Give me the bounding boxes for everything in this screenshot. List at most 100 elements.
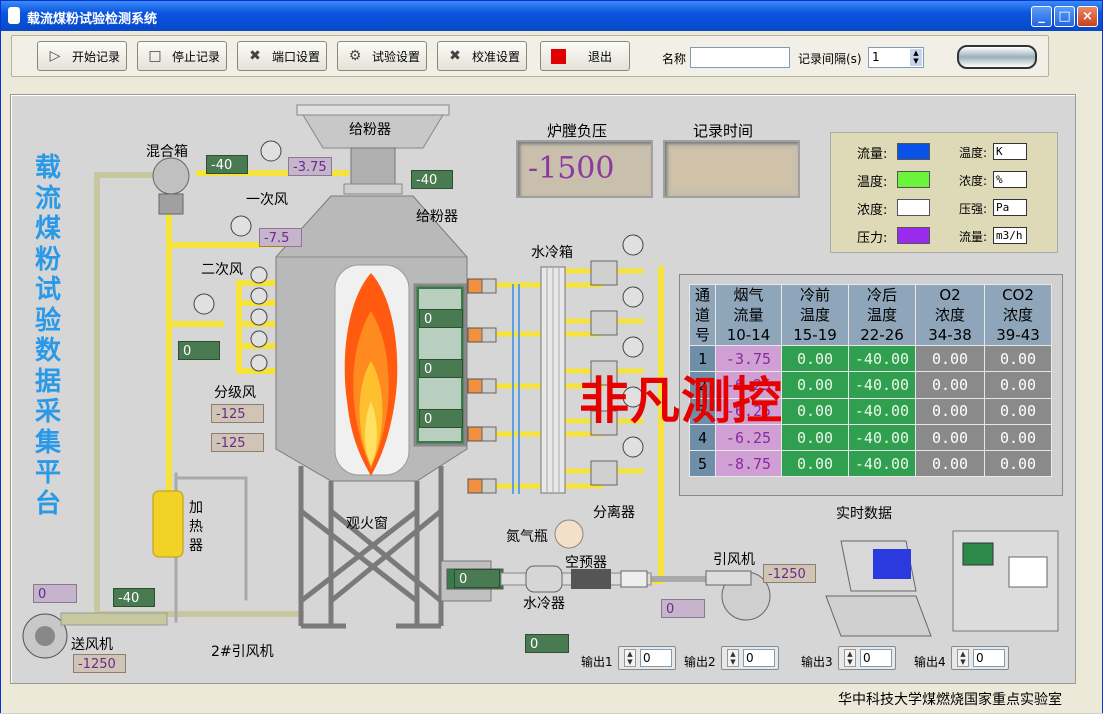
legend-swatch (897, 143, 930, 160)
side-title-char: 采 (34, 397, 61, 427)
legend-unit-input[interactable]: m3/h (993, 227, 1027, 244)
table-cell: -40.00 (848, 371, 916, 399)
spinner-arrows-icon[interactable]: ▲ ▼ (624, 649, 636, 667)
furnace-pressure-label: 炉膛负压 (547, 122, 608, 140)
table-cell: 0.00 (915, 371, 985, 399)
table-cell: -40.00 (848, 423, 916, 452)
legend-name: 浓度: (857, 203, 888, 218)
table-cell: 0.00 (915, 450, 985, 478)
side-title-char: 集 (34, 427, 61, 458)
table-cell: 0.00 (984, 423, 1052, 452)
preheater-green-reading: 0 (454, 569, 500, 588)
output-value[interactable]: 0 (973, 649, 1005, 667)
primary-air-label: 一次风 (246, 192, 288, 208)
staged-air-reading-a: -125 (211, 404, 264, 423)
record-time-label: 记录时间 (693, 122, 754, 140)
legend-unit-label: 浓度: (959, 174, 988, 188)
legend-swatch (897, 171, 930, 188)
induced-fan-purple-reading: 0 (661, 599, 705, 618)
legend-swatch (897, 199, 930, 216)
side-title-char: 验 (34, 305, 61, 336)
heater-char: 热 (189, 519, 203, 535)
blower-label: 送风机 (71, 637, 113, 653)
legend-unit-input[interactable]: K (993, 143, 1027, 160)
spinner-arrows-icon[interactable]: ▲ ▼ (957, 649, 969, 667)
legend-unit-label: 温度: (959, 146, 988, 160)
organization-label: 华中科技大学煤燃烧国家重点实验室 (838, 692, 1062, 708)
blower-green-reading: -40 (113, 588, 155, 607)
side-title-char: 粉 (34, 244, 61, 275)
output-spinner[interactable]: ▲ ▼ 0 (721, 646, 779, 670)
secondary-air-reading: -7.5 (259, 228, 302, 247)
table-cell: 0.00 (915, 423, 985, 452)
furnace-pressure-display: -1500 (516, 140, 653, 198)
feeder-reading: -40 (411, 170, 453, 189)
table-cell: 0.00 (915, 344, 985, 373)
table-cell: -40.00 (848, 450, 916, 478)
side-title-char: 煤 (34, 214, 61, 244)
output-spinner[interactable]: ▲ ▼ 0 (951, 646, 1009, 670)
table-cell: 0.00 (984, 344, 1052, 373)
table-cell: 5 (689, 450, 716, 478)
secondary-air-label: 二次风 (201, 262, 243, 278)
water-box-label: 水冷箱 (531, 245, 573, 261)
output-label: 输出4 (914, 655, 946, 669)
side-title-char: 台 (34, 488, 61, 519)
table-cell: 0.00 (984, 371, 1052, 399)
watermark-text: 非凡测控 (579, 371, 783, 430)
legend-unit-label: 压强: (959, 202, 988, 216)
legend-unit-input[interactable]: % (993, 171, 1027, 188)
heater-char: 器 (189, 538, 203, 554)
staged-air-reading-b: -125 (211, 433, 264, 452)
output-value[interactable]: 0 (860, 649, 892, 667)
mix-flow-reading: -40 (206, 155, 248, 174)
table-cell: 0.00 (915, 397, 985, 425)
legend-panel: 流量: 温度: K 温度: 浓度:% 浓度: 压强: Pa 压力: 流量: m3/h (830, 132, 1058, 253)
legend-name: 流量: (857, 147, 888, 162)
legend-name: 压力: (857, 231, 888, 246)
heater-char: 加 (189, 500, 203, 516)
record-time-value (671, 150, 792, 188)
record-time-display (663, 140, 800, 198)
side-title-char: 据 (34, 366, 61, 397)
primary-air-reading: -3.75 (288, 157, 332, 176)
fan2-label: 2#引风机 (211, 644, 274, 660)
blower-tan-reading: -1250 (73, 654, 126, 673)
table-cell: -40.00 (848, 344, 916, 373)
induced-fan-label: 引风机 (713, 552, 755, 568)
legend-unit-input[interactable]: Pa (993, 199, 1027, 216)
feeder-side-label: 给粉器 (416, 209, 458, 225)
table-cell: 0.00 (781, 450, 849, 478)
legend-name: 温度: (857, 175, 888, 190)
output-value[interactable]: 0 (743, 649, 775, 667)
spinner-arrows-icon[interactable]: ▲ ▼ (844, 649, 856, 667)
output-label: 输出2 (684, 655, 716, 669)
table-header-cell: 通道号 (689, 284, 716, 346)
observe-window-label: 观火窗 (346, 516, 388, 532)
main-window: 载流煤粉试验检测系统 _ □ × ▷ 开始记录 □ 停止记录 ✖ 端口设置 ⚙ 试验设置… (0, 0, 1103, 713)
table-cell: -40.00 (848, 397, 916, 425)
side-title-char: 数 (34, 336, 61, 366)
heater-label: 加热器 (189, 499, 203, 556)
table-header-cell: CO2 浓度 39-43 (984, 284, 1052, 346)
side-title-char: 平 (34, 458, 61, 488)
table-cell: 0.00 (781, 423, 849, 452)
window-reading-3: 0 (419, 409, 463, 428)
table-cell: 0.00 (781, 344, 849, 373)
separator-label: 分离器 (593, 505, 635, 521)
table-header-cell: 冷后 温度 22-26 (848, 284, 916, 346)
output-spinner[interactable]: ▲ ▼ 0 (618, 646, 676, 670)
feeder-top-label: 给粉器 (349, 122, 391, 138)
table-cell: 0.00 (984, 397, 1052, 425)
furnace-pressure-value: -1500 (528, 152, 641, 188)
output-value[interactable]: 0 (640, 649, 672, 667)
bottom-green-reading: 0 (525, 634, 569, 653)
nitrogen-label: 氮气瓶 (506, 529, 548, 545)
side-title-char: 试 (34, 275, 61, 305)
realtime-label: 实时数据 (836, 506, 892, 522)
spinner-arrows-icon[interactable]: ▲ ▼ (727, 649, 739, 667)
output-spinner[interactable]: ▲ ▼ 0 (838, 646, 896, 670)
induced-fan-reading: -1250 (763, 564, 816, 583)
table-header-row: 通道号烟气 流量 10-14 冷前 温度 15-19 冷后 温度 22-26 O2 浓度 34-38 C… (689, 284, 1052, 346)
table-header-cell: O2 浓度 34-38 (915, 284, 985, 346)
